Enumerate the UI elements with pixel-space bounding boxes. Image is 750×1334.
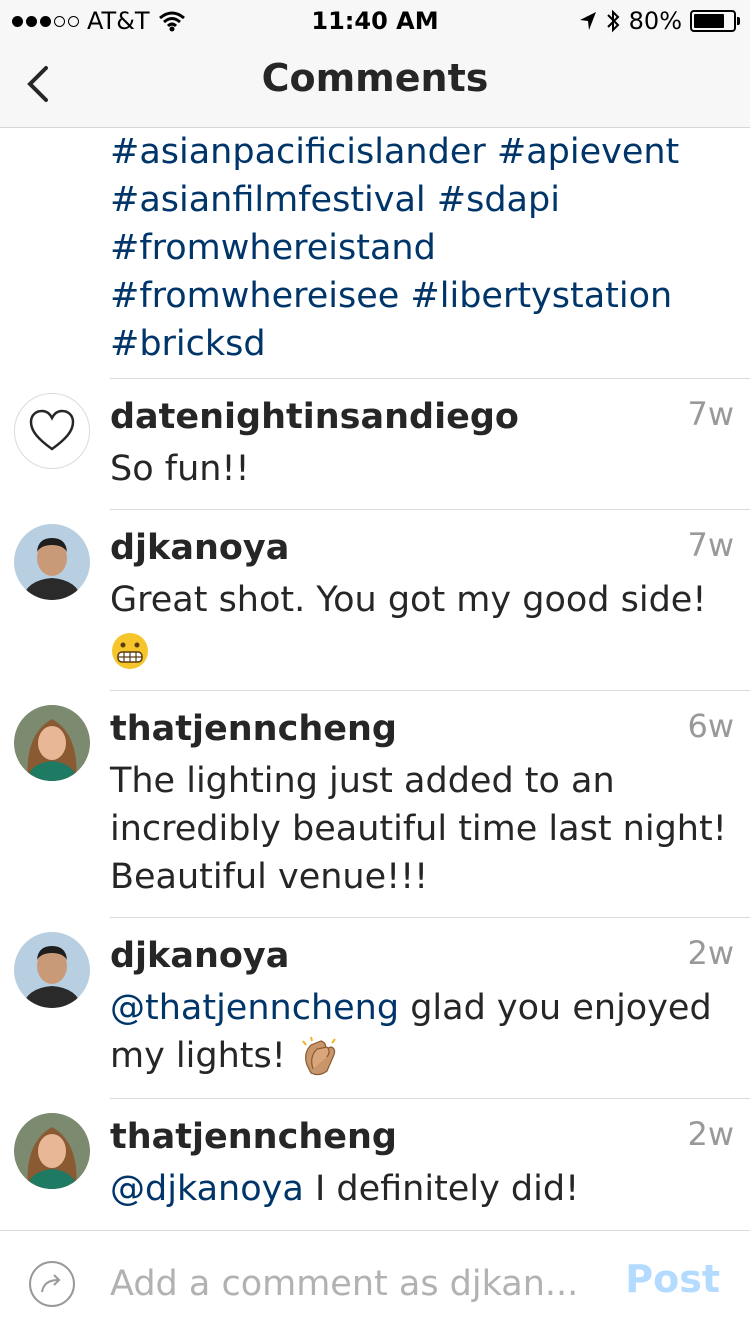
page-title: Comments — [261, 56, 489, 100]
caption-line[interactable]: #asianfilmfestival #sdapi — [110, 176, 730, 224]
comment-timestamp: 7w — [687, 526, 734, 564]
comment-compose-bar: Post — [0, 1230, 750, 1334]
clapping-hands-emoji-icon — [302, 1036, 336, 1076]
status-bar: AT&T 11:40 AM 80% — [0, 0, 750, 40]
comment-text: So fun!! — [110, 449, 250, 489]
comment-username[interactable]: datenightinsandiego — [110, 397, 519, 437]
comment-username[interactable]: thatjenncheng — [110, 1117, 397, 1157]
nav-bar: Comments — [0, 40, 750, 128]
share-arrow-icon[interactable] — [28, 1260, 76, 1308]
comment-timestamp: 7w — [687, 395, 734, 433]
post-button[interactable]: Post — [625, 1257, 720, 1301]
comment-username[interactable]: djkanoya — [110, 528, 289, 568]
mention-link[interactable]: @thatjenncheng — [110, 988, 399, 1028]
heart-icon — [29, 409, 75, 451]
status-right: 80% — [579, 7, 740, 35]
comment-text: Great shot. You got my good side! — [110, 576, 735, 674]
comment-item: djkanoya 2w @thatjenncheng glad you enjo… — [0, 918, 750, 1099]
comment-username[interactable]: thatjenncheng — [110, 709, 397, 749]
comment-text: The lighting just added to an incredibly… — [110, 761, 727, 897]
comment-text: @djkanoya I definitely did! — [110, 1165, 735, 1213]
bluetooth-icon — [606, 9, 620, 33]
comment-timestamp: 6w — [687, 707, 734, 745]
caption-line[interactable]: #fromwhereisee #libertystation — [110, 272, 730, 320]
like-button[interactable] — [14, 393, 90, 469]
avatar[interactable] — [14, 1113, 90, 1189]
comment-input[interactable] — [110, 1259, 590, 1309]
comment-item: thatjenncheng 2w @djkanoya I definitely … — [0, 1099, 750, 1230]
comments-list[interactable]: #asianpacificislander #apievent #asianfi… — [0, 128, 750, 1230]
caption-line[interactable]: #asianpacificislander #apievent — [110, 128, 730, 176]
grimacing-emoji-icon — [112, 633, 148, 669]
comment-body: I definitely did! — [303, 1169, 580, 1209]
caption-line[interactable]: #fromwhereistand — [110, 224, 730, 272]
caption-line[interactable]: #bricksd — [110, 320, 730, 368]
location-arrow-icon — [579, 12, 596, 30]
post-caption: #asianpacificislander #apievent #asianfi… — [110, 128, 730, 368]
comment-item: datenightinsandiego 7w So fun!! — [0, 379, 750, 510]
comment-text: @thatjenncheng glad you enjoyed my light… — [110, 984, 735, 1080]
comment-item: thatjenncheng 6w The lighting just added… — [0, 691, 750, 918]
avatar[interactable] — [14, 524, 90, 600]
comment-username[interactable]: djkanoya — [110, 936, 289, 976]
battery-icon — [690, 10, 740, 32]
avatar[interactable] — [14, 705, 90, 781]
mention-link[interactable]: @djkanoya — [110, 1169, 304, 1209]
avatar[interactable] — [14, 932, 90, 1008]
comment-timestamp: 2w — [687, 1115, 734, 1153]
comment-timestamp: 2w — [687, 934, 734, 972]
comment-body: Great shot. You got my good side! — [110, 580, 707, 620]
comment-item: djkanoya 7w Great shot. You got my good … — [0, 510, 750, 691]
battery-percent: 80% — [628, 7, 682, 35]
